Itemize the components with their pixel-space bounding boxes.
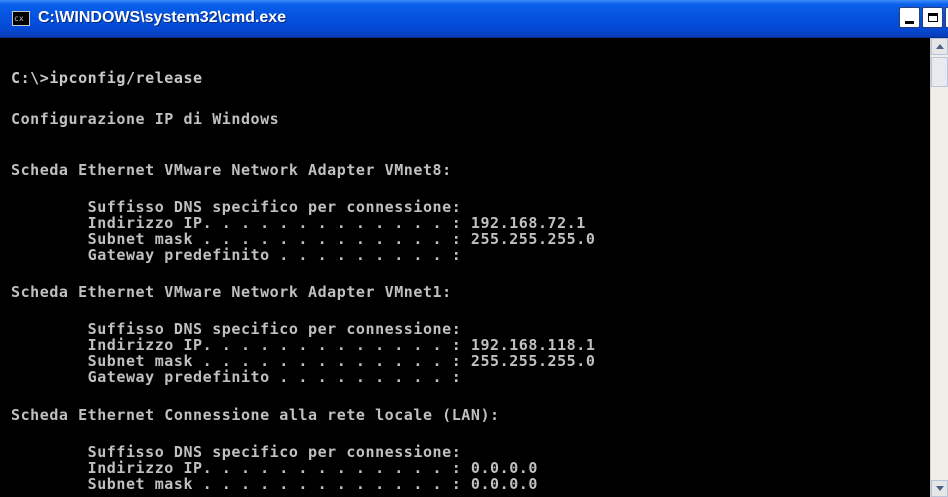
arrow-down-icon (935, 486, 944, 491)
console-line: Subnet mask . . . . . . . . . . . . . : … (11, 230, 596, 248)
console-line: Scheda Ethernet VMware Network Adapter V… (11, 283, 452, 301)
minimize-button[interactable] (899, 7, 920, 28)
scroll-thumb[interactable] (931, 57, 948, 87)
scroll-up-button[interactable] (931, 38, 948, 55)
console-line: Indirizzo IP. . . . . . . . . . . . . : … (11, 336, 596, 354)
minimize-icon (905, 20, 914, 24)
maximize-icon (927, 13, 938, 22)
title-bar[interactable]: cx C:\WINDOWS\system32\cmd.exe × (0, 0, 948, 38)
console-line: Gateway predefinito . . . . . . . . . : (11, 246, 462, 264)
console-line: Suffisso DNS specifico per connessione: (11, 320, 462, 338)
console-line: Scheda Ethernet VMware Network Adapter V… (11, 161, 452, 179)
scroll-down-button[interactable] (931, 480, 948, 497)
console-line: Suffisso DNS specifico per connessione: (11, 198, 462, 216)
maximize-button[interactable] (922, 7, 943, 28)
console-output[interactable]: C:\>ipconfig/release Configurazione IP d… (0, 38, 930, 497)
console-line: Gateway predefinito . . . . . . . . . : (11, 368, 462, 386)
console-line: Subnet mask . . . . . . . . . . . . . : … (11, 475, 538, 493)
console-line: C:\>ipconfig/release (11, 69, 203, 87)
cmd-icon[interactable]: cx (12, 11, 30, 26)
console-line: Indirizzo IP. . . . . . . . . . . . . : … (11, 459, 538, 477)
console-line: Configurazione IP di Windows (11, 110, 280, 128)
window-title: C:\WINDOWS\system32\cmd.exe (38, 9, 287, 26)
console-line: Scheda Ethernet Connessione alla rete lo… (11, 406, 500, 424)
console-line: Subnet mask . . . . . . . . . . . . . : … (11, 352, 596, 370)
console-line: Indirizzo IP. . . . . . . . . . . . . : … (11, 214, 586, 232)
arrow-up-icon (935, 44, 944, 49)
vertical-scrollbar[interactable] (930, 38, 948, 497)
console-line: Suffisso DNS specifico per connessione: (11, 443, 462, 461)
